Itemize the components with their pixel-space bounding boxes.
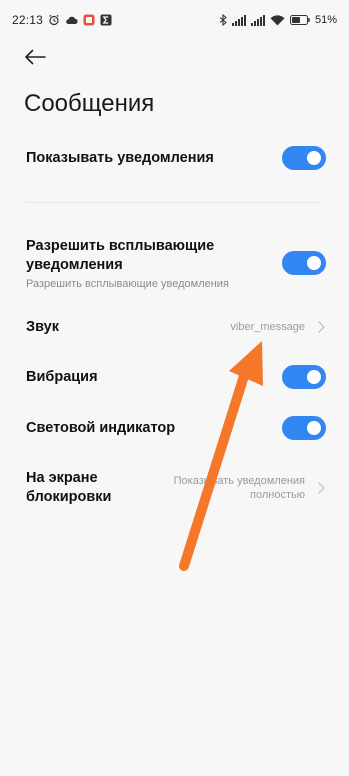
vibration-toggle[interactable] (282, 365, 326, 389)
back-button[interactable] (20, 44, 50, 74)
setting-sound[interactable]: Звук viber_message (26, 315, 326, 339)
status-time: 22:13 (12, 13, 44, 27)
battery-icon (289, 15, 310, 25)
setting-label: Световой индикатор (26, 419, 176, 436)
toggle-knob (307, 421, 321, 435)
setting-text: Звук (26, 318, 59, 337)
app-notification-icon (83, 14, 95, 26)
toggle-knob (307, 151, 321, 165)
toggle-knob (307, 370, 321, 384)
show-notifications-toggle[interactable] (282, 146, 326, 170)
status-bar-right: 51% (219, 14, 337, 26)
signal-icon (250, 14, 265, 26)
sound-value: viber_message (230, 321, 305, 333)
setting-text: На экране блокировки (26, 469, 151, 507)
setting-label: Разрешить всплывающие уведомления (26, 237, 215, 273)
setting-label: Показывать уведомления (26, 149, 214, 166)
led-indicator-toggle[interactable] (282, 416, 326, 440)
chevron-right-icon (313, 321, 325, 333)
status-bar: 22:13 51% (0, 0, 349, 40)
signal-icon (231, 14, 246, 26)
bluetooth-icon (219, 14, 227, 26)
chevron-right-icon (313, 482, 325, 494)
lock-screen-value: Показывать уведомления полностью (173, 475, 305, 501)
setting-label: На экране блокировки (26, 470, 112, 505)
setting-text: Световой индикатор (26, 419, 175, 438)
alarm-icon (48, 14, 60, 26)
sigma-icon (100, 14, 112, 26)
setting-lock-screen[interactable]: На экране блокировки Показывать уведомле… (26, 470, 326, 506)
setting-value-group: Показывать уведомления полностью (155, 474, 326, 502)
setting-label: Звук (26, 318, 59, 335)
setting-text: Показывать уведомления (26, 149, 214, 168)
setting-label: Вибрация (26, 368, 98, 385)
section-divider (26, 202, 322, 203)
setting-vibration[interactable]: Вибрация (26, 364, 326, 390)
cloud-icon (65, 15, 78, 25)
setting-value-group: viber_message (230, 320, 326, 334)
setting-led-indicator[interactable]: Световой индикатор (26, 415, 326, 441)
wifi-icon (270, 14, 285, 26)
toggle-knob (307, 256, 321, 270)
arrow-left-icon (24, 49, 46, 70)
page-title: Сообщения (24, 90, 155, 117)
setting-text: Вибрация (26, 368, 98, 387)
setting-allow-popups[interactable]: Разрешить всплывающие уведомления Разреш… (26, 237, 326, 290)
setting-text: Разрешить всплывающие уведомления Разреш… (26, 237, 266, 290)
setting-sublabel: Разрешить всплывающие уведомления (26, 277, 229, 290)
battery-percent: 51% (314, 14, 337, 26)
status-bar-left: 22:13 (12, 13, 112, 27)
allow-popups-toggle[interactable] (282, 251, 326, 275)
setting-show-notifications[interactable]: Показывать уведомления (26, 145, 326, 171)
